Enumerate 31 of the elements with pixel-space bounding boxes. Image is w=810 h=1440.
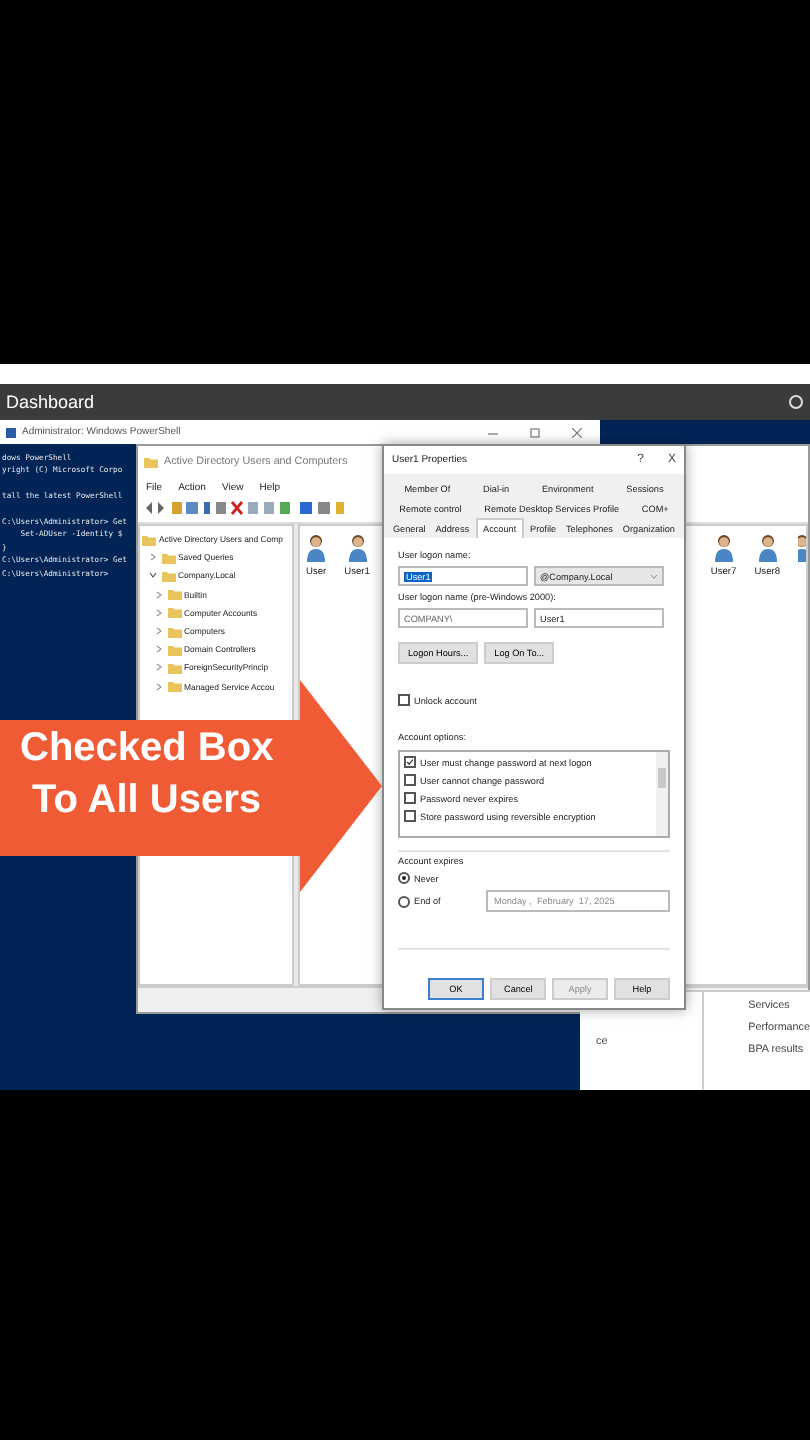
checkbox[interactable] bbox=[404, 792, 416, 804]
close-icon[interactable] bbox=[572, 427, 582, 437]
checkbox[interactable] bbox=[404, 774, 416, 786]
toolbar-drawing[interactable] bbox=[144, 500, 344, 516]
collapsed-icon[interactable] bbox=[148, 552, 158, 563]
scrollbar[interactable] bbox=[656, 752, 668, 836]
checkbox[interactable] bbox=[398, 694, 410, 706]
callout-text: To All Users bbox=[30, 776, 263, 826]
minimize-icon[interactable] bbox=[488, 427, 498, 437]
user-icon bbox=[306, 534, 327, 562]
circle-icon[interactable] bbox=[788, 394, 804, 410]
checkbox[interactable] bbox=[404, 810, 416, 822]
collapsed-icon[interactable] bbox=[154, 662, 164, 673]
collapsed-icon[interactable] bbox=[154, 681, 164, 692]
expanded-icon[interactable] bbox=[148, 570, 158, 581]
collapsed-icon[interactable] bbox=[154, 626, 164, 637]
collapsed-icon[interactable] bbox=[154, 607, 164, 618]
radio-button[interactable] bbox=[398, 872, 410, 884]
powershell-icon bbox=[6, 427, 16, 437]
caret-icon[interactable] bbox=[650, 573, 658, 579]
user-icon bbox=[757, 534, 778, 562]
collapsed-icon[interactable] bbox=[154, 589, 164, 600]
checkbox[interactable] bbox=[404, 756, 416, 768]
radio-button[interactable] bbox=[398, 895, 410, 907]
callout-text: Checked Box bbox=[20, 724, 274, 774]
dashboard-title: Dashboard bbox=[6, 392, 95, 412]
user-icon bbox=[347, 534, 368, 562]
collapsed-icon[interactable] bbox=[154, 644, 164, 655]
maximize-icon[interactable] bbox=[530, 427, 540, 437]
folder-icon bbox=[144, 456, 158, 468]
user-icon bbox=[713, 534, 734, 562]
